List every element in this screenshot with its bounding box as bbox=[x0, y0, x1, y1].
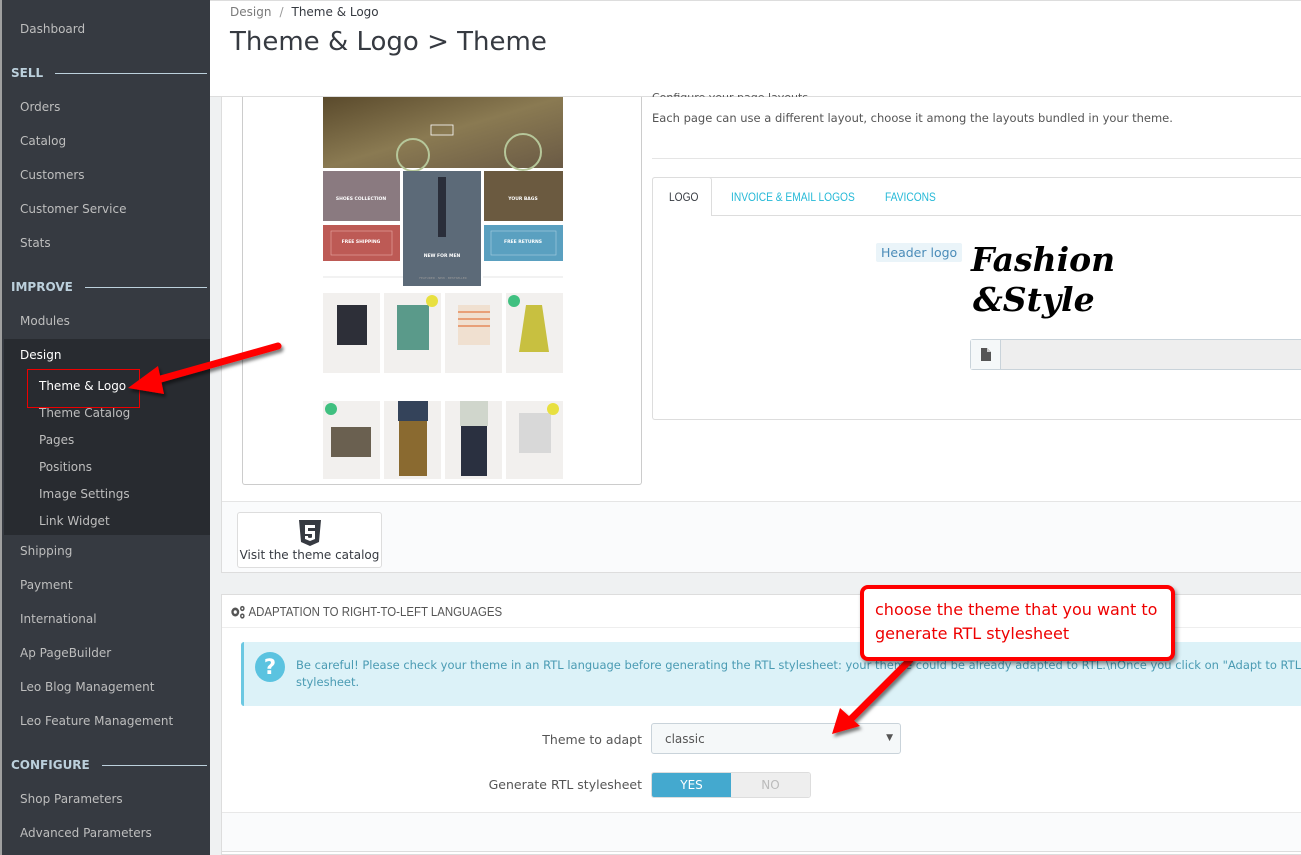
tab-favicons[interactable]: FAVICONS bbox=[885, 178, 936, 216]
rtl-panel-heading: ADAPTATION TO RIGHT-TO-LEFT LANGUAGES bbox=[230, 604, 502, 619]
svg-text:FREE SHIPPING: FREE SHIPPING bbox=[342, 239, 381, 245]
sidebar-item-payment[interactable]: Payment bbox=[20, 578, 73, 592]
theme-preview-image: SHOES COLLECTION NEW FOR MEN YOUR BAGS F… bbox=[323, 97, 563, 479]
breadcrumb: Design / Theme & Logo bbox=[230, 5, 379, 19]
preview-product-grid bbox=[323, 293, 563, 479]
header-logo-label: Header logo bbox=[876, 243, 963, 262]
theme-to-adapt-label: Theme to adapt bbox=[542, 732, 642, 747]
sidebar-item-orders[interactable]: Orders bbox=[20, 100, 60, 114]
sidebar-section-improve: IMPROVE bbox=[11, 280, 207, 294]
sidebar-subitem-theme-logo[interactable]: Theme & Logo bbox=[39, 379, 126, 393]
logo-file-input[interactable] bbox=[970, 339, 1301, 370]
rtl-panel-footer bbox=[222, 812, 1301, 852]
sidebar-section-sell: SELL bbox=[11, 66, 207, 80]
theme-panel: SHOES COLLECTION NEW FOR MEN YOUR BAGS F… bbox=[221, 91, 1301, 573]
svg-text:YOUR BAGS: YOUR BAGS bbox=[507, 196, 537, 202]
theme-to-adapt-select[interactable]: classic ▼ bbox=[651, 723, 901, 754]
sidebar-item-ap-pagebuilder[interactable]: Ap PageBuilder bbox=[20, 646, 111, 660]
sidebar-subitem-link-widget[interactable]: Link Widget bbox=[39, 514, 110, 528]
breadcrumb-current: Theme & Logo bbox=[291, 5, 379, 19]
sidebar-item-stats[interactable]: Stats bbox=[20, 236, 51, 250]
sidebar-subitem-theme-catalog[interactable]: Theme Catalog bbox=[39, 406, 130, 420]
sidebar-item-catalog[interactable]: Catalog bbox=[20, 134, 66, 148]
annotation-callout: choose the theme that you want to genera… bbox=[860, 585, 1175, 661]
sidebar-item-shipping[interactable]: Shipping bbox=[20, 544, 72, 558]
html5-icon bbox=[299, 520, 321, 546]
header-logo-image: Fashion &Style bbox=[970, 240, 1115, 319]
visit-theme-catalog-button[interactable]: Visit the theme catalog bbox=[237, 512, 382, 568]
alert-text: Be careful! Please check your theme in a… bbox=[296, 658, 1301, 689]
theme-preview: SHOES COLLECTION NEW FOR MEN YOUR BAGS F… bbox=[242, 97, 642, 485]
sidebar-item-customer-service[interactable]: Customer Service bbox=[20, 202, 126, 216]
preview-banner-shoes bbox=[323, 171, 400, 221]
sidebar-item-customers[interactable]: Customers bbox=[20, 168, 85, 182]
svg-text:NEW FOR MEN: NEW FOR MEN bbox=[424, 253, 461, 259]
sidebar-item-dashboard[interactable]: Dashboard bbox=[20, 22, 85, 36]
page-title: Theme & Logo > Theme bbox=[230, 27, 547, 57]
sidebar-item-design[interactable]: Design bbox=[20, 348, 61, 362]
file-icon[interactable] bbox=[971, 340, 1001, 369]
svg-text:SHOES COLLECTION: SHOES COLLECTION bbox=[336, 196, 387, 202]
sidebar-item-leo-blog-management[interactable]: Leo Blog Management bbox=[20, 680, 154, 694]
sidebar: Dashboard SELL Orders Catalog Customers … bbox=[0, 0, 212, 855]
sidebar-subitem-pages[interactable]: Pages bbox=[39, 433, 74, 447]
tab-logo[interactable]: LOGO bbox=[669, 178, 698, 216]
theme-panel-footer: Visit the theme catalog bbox=[222, 501, 1301, 573]
preview-product-tabs: FEATURED · NEW · BESTSELLER bbox=[419, 276, 466, 280]
sidebar-design-group bbox=[4, 339, 212, 535]
sidebar-item-leo-feature-management[interactable]: Leo Feature Management bbox=[20, 714, 173, 728]
sidebar-subitem-positions[interactable]: Positions bbox=[39, 460, 92, 474]
svg-text:Fashion: Fashion bbox=[970, 240, 1115, 279]
breadcrumb-link-design[interactable]: Design bbox=[230, 5, 271, 19]
sidebar-item-shop-parameters[interactable]: Shop Parameters bbox=[20, 792, 123, 806]
sidebar-section-configure: CONFIGURE bbox=[11, 758, 207, 772]
layout-description: Each page can use a different layout, ch… bbox=[652, 111, 1173, 125]
question-icon: ? bbox=[255, 652, 285, 682]
generate-rtl-toggle[interactable]: YES NO bbox=[651, 772, 811, 798]
sidebar-item-advanced-parameters[interactable]: Advanced Parameters bbox=[20, 826, 152, 840]
preview-hero-banner bbox=[323, 97, 563, 168]
chevron-down-icon: ▼ bbox=[886, 733, 893, 743]
generate-rtl-label: Generate RTL stylesheet bbox=[488, 777, 642, 792]
gears-icon bbox=[231, 605, 245, 619]
sidebar-subitem-image-settings[interactable]: Image Settings bbox=[39, 487, 130, 501]
page-header: Design / Theme & Logo Theme & Logo > Theme bbox=[210, 0, 1301, 97]
svg-text:FREE RETURNS: FREE RETURNS bbox=[504, 239, 542, 245]
tab-invoice-email-logos[interactable]: INVOICE & EMAIL LOGOS bbox=[731, 178, 855, 216]
sidebar-item-modules[interactable]: Modules bbox=[20, 314, 70, 328]
layout-heading: Configure your page layouts bbox=[652, 91, 808, 97]
toggle-yes[interactable]: YES bbox=[652, 773, 731, 797]
svg-text:&Style: &Style bbox=[973, 280, 1095, 319]
logo-tabs-panel: LOGO INVOICE & EMAIL LOGOS FAVICONS Head… bbox=[652, 177, 1301, 420]
sidebar-item-international[interactable]: International bbox=[20, 612, 97, 626]
preview-banner-bags bbox=[484, 171, 563, 221]
toggle-no[interactable]: NO bbox=[731, 773, 810, 797]
